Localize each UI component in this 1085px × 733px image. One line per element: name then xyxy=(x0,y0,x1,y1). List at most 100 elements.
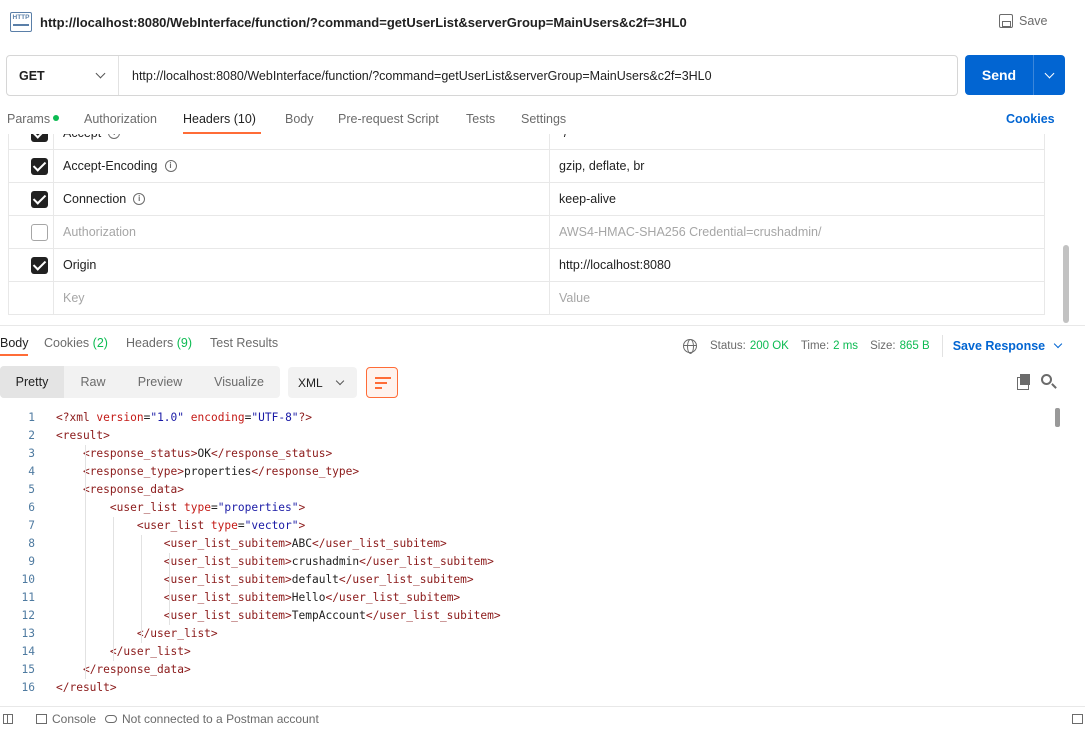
format-select[interactable]: XML xyxy=(288,367,357,398)
line-number: 6 xyxy=(28,501,35,514)
console-button[interactable]: Console xyxy=(36,712,96,726)
tab-body[interactable]: Body xyxy=(285,112,314,126)
chevron-down-icon xyxy=(1044,68,1055,78)
copy-icon[interactable] xyxy=(1017,374,1031,390)
header-key[interactable]: Connection xyxy=(63,192,126,206)
code-text: <response_status>OK</response_status> xyxy=(82,447,333,460)
code-text: <result> xyxy=(56,429,110,442)
pane-divider[interactable] xyxy=(0,325,1085,326)
request-title[interactable]: http://localhost:8080/WebInterface/funct… xyxy=(40,15,687,30)
cookies-link[interactable]: Cookies xyxy=(1006,112,1055,126)
line-number: 1 xyxy=(28,411,35,424)
header-key[interactable]: Accept xyxy=(63,134,101,140)
line-number: 7 xyxy=(28,519,35,532)
code-text: <user_list_subitem>crushadmin</user_list… xyxy=(163,555,494,568)
chevron-down-icon xyxy=(335,376,345,385)
time-value[interactable]: 2 ms xyxy=(833,340,858,352)
header-enabled-checkbox[interactable] xyxy=(31,224,48,241)
response-tab-cookies[interactable]: Cookies (2) xyxy=(44,336,108,350)
header-row-accept: Accept i */* xyxy=(9,134,1044,150)
send-options-button[interactable] xyxy=(1033,55,1065,95)
format-label: XML xyxy=(298,375,323,390)
info-icon[interactable]: i xyxy=(108,134,121,139)
header-enabled-checkbox[interactable] xyxy=(31,191,48,208)
save-label: Save xyxy=(1019,14,1048,28)
indent-guide xyxy=(141,535,142,643)
header-value-placeholder[interactable]: Value xyxy=(559,291,590,305)
response-tab-cookies-label: Cookies xyxy=(44,336,90,350)
console-label: Console xyxy=(52,712,97,726)
header-key[interactable]: Authorization xyxy=(63,225,136,239)
header-key[interactable]: Accept-Encoding xyxy=(63,159,158,173)
send-button[interactable]: Send xyxy=(965,55,1065,95)
code-text: <user_list_subitem>ABC</user_list_subite… xyxy=(163,537,447,550)
view-mode-pretty[interactable]: Pretty xyxy=(0,366,64,398)
view-mode-visualize[interactable]: Visualize xyxy=(198,366,280,398)
indent-guide xyxy=(169,553,170,625)
header-enabled-checkbox[interactable] xyxy=(31,134,48,142)
code-text: <user_list_subitem>TempAccount</user_lis… xyxy=(163,609,501,622)
response-tab-headers[interactable]: Headers (9) xyxy=(126,336,192,350)
two-pane-layout-icon[interactable] xyxy=(1072,714,1083,724)
header-value[interactable]: gzip, deflate, br xyxy=(559,159,644,173)
line-number: 3 xyxy=(28,447,35,460)
line-number: 12 xyxy=(21,609,35,622)
tab-prerequest-script[interactable]: Pre-request Script xyxy=(338,112,439,126)
header-value[interactable]: */* xyxy=(559,134,572,140)
header-key[interactable]: Origin xyxy=(63,258,96,272)
code-scrollbar[interactable] xyxy=(1055,408,1060,427)
save-button[interactable]: Save xyxy=(999,14,1048,28)
header-value[interactable]: AWS4-HMAC-SHA256 Credential=crushadmin/ xyxy=(559,225,821,239)
size-value[interactable]: 865 B xyxy=(900,340,930,352)
chevron-down-icon xyxy=(1053,339,1063,349)
console-icon xyxy=(36,714,47,724)
wrap-lines-button[interactable] xyxy=(366,367,398,398)
cloud-off-icon xyxy=(105,715,117,723)
toggle-sidebar-icon[interactable] xyxy=(3,714,13,724)
view-mode-preview[interactable]: Preview xyxy=(122,366,198,398)
response-body-code[interactable]: 1 <?xml version="1.0" encoding="UTF-8"?> 2… xyxy=(0,409,1050,699)
method-label: GET xyxy=(19,68,45,83)
status-value[interactable]: 200 OK xyxy=(750,340,789,352)
account-status[interactable]: Not connected to a Postman account xyxy=(105,712,319,726)
line-number: 16 xyxy=(21,681,35,694)
view-mode-raw[interactable]: Raw xyxy=(64,366,122,398)
response-tab-test-results[interactable]: Test Results xyxy=(210,336,278,350)
response-status-bar: Status: 200 OK Time: 2 ms Size: 865 B Sa… xyxy=(683,335,1063,357)
request-scrollbar[interactable] xyxy=(1063,245,1069,323)
tab-tests[interactable]: Tests xyxy=(466,112,495,126)
params-indicator-dot xyxy=(53,115,60,121)
info-icon[interactable]: i xyxy=(164,160,177,172)
wrap-lines-icon xyxy=(375,377,391,379)
time-label: Time: xyxy=(800,340,830,352)
response-tab-body[interactable]: Body xyxy=(0,336,29,350)
tab-headers[interactable]: Headers (10) xyxy=(183,112,256,126)
tab-params[interactable]: Params xyxy=(7,112,60,126)
line-number: 5 xyxy=(28,483,35,496)
response-tab-headers-count: (9) xyxy=(176,336,193,350)
info-icon[interactable]: i xyxy=(133,193,146,205)
save-response-button[interactable]: Save Response xyxy=(953,339,1063,353)
status-label: Status: xyxy=(710,340,746,352)
size-label: Size: xyxy=(870,340,896,352)
url-input[interactable]: http://localhost:8080/WebInterface/funct… xyxy=(119,69,712,83)
header-value[interactable]: http://localhost:8080 xyxy=(559,258,671,272)
code-text: <response_type>properties</response_type… xyxy=(82,465,360,478)
tab-authorization[interactable]: Authorization xyxy=(84,112,157,126)
code-text: <user_list_subitem>Hello</user_list_subi… xyxy=(163,591,461,604)
header-row-accept-encoding: Accept-Encoding i gzip, deflate, br xyxy=(9,150,1044,183)
code-text: <?xml version="1.0" encoding="UTF-8"?> xyxy=(56,411,313,424)
header-enabled-checkbox[interactable] xyxy=(31,158,48,175)
line-number: 2 xyxy=(28,429,35,442)
header-key-placeholder[interactable]: Key xyxy=(63,291,85,305)
wrap-lines-icon-bar xyxy=(375,382,387,384)
headers-table: Accept i */* Accept-Encoding i gzip, defla… xyxy=(8,134,1045,315)
tab-settings[interactable]: Settings xyxy=(521,112,566,126)
globe-icon[interactable] xyxy=(683,339,697,354)
status-bar: Console Not connected to a Postman accou… xyxy=(0,706,1085,733)
method-select[interactable]: GET xyxy=(7,56,119,95)
search-icon[interactable] xyxy=(1041,374,1052,385)
line-number: 13 xyxy=(21,627,35,640)
header-enabled-checkbox[interactable] xyxy=(31,257,48,274)
header-value[interactable]: keep-alive xyxy=(559,192,616,206)
